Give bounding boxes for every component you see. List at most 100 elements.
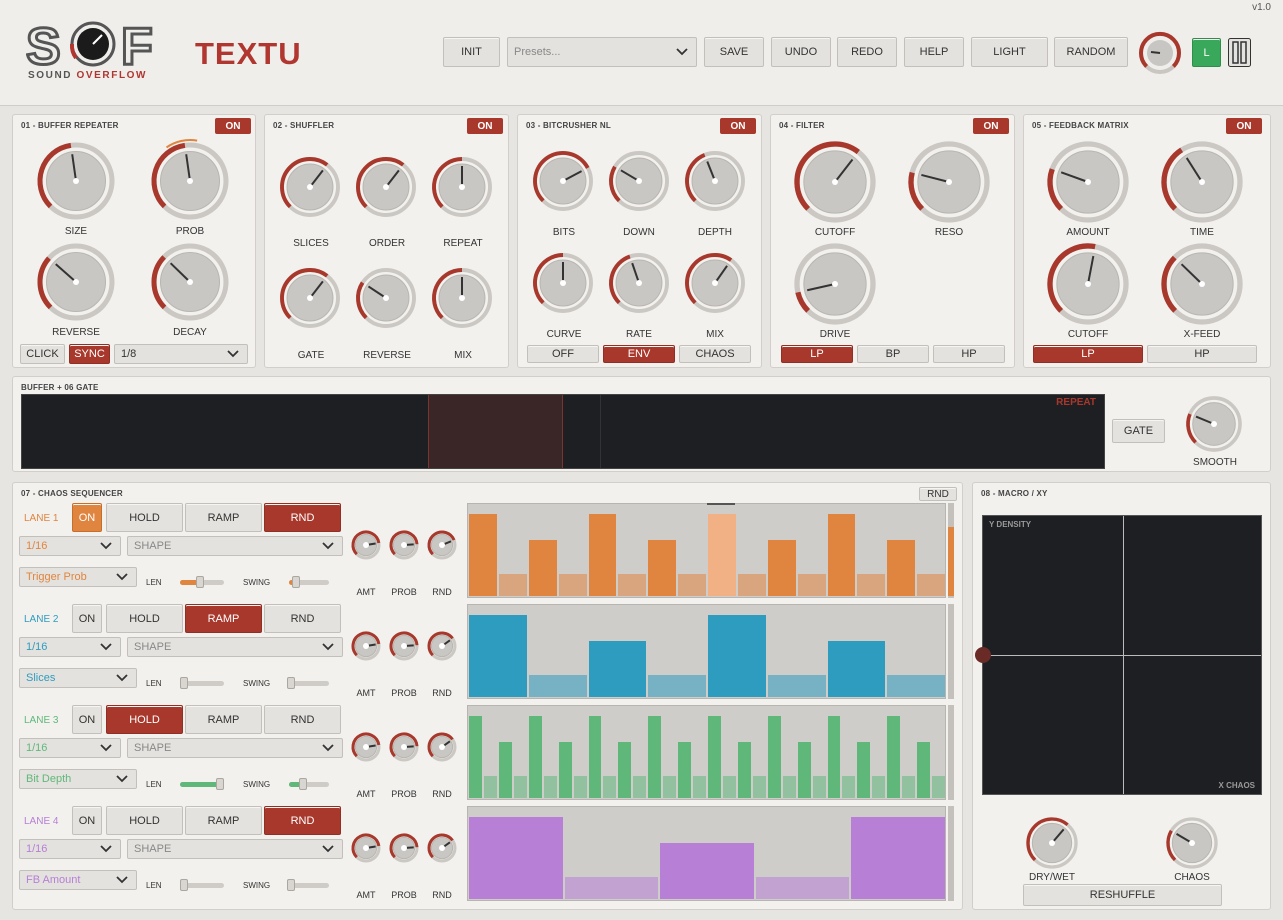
len-slider-thumb[interactable] (180, 879, 189, 891)
swing-slider-thumb[interactable] (287, 879, 295, 891)
filter-lp-button[interactable]: LP (781, 345, 853, 363)
master-knob[interactable] (1138, 31, 1182, 75)
lane-scrollbar[interactable] (948, 806, 954, 901)
step-bar[interactable] (708, 514, 736, 596)
swing-slider-thumb[interactable] (292, 576, 301, 588)
step-bar[interactable] (827, 640, 886, 697)
mode-off-button[interactable]: OFF (527, 345, 599, 363)
swing-slider-thumb[interactable] (299, 778, 307, 790)
step-bar[interactable] (737, 741, 751, 798)
swing-slider[interactable] (289, 883, 329, 888)
step-bar[interactable] (678, 741, 692, 798)
presets-dropdown[interactable]: Presets... (507, 37, 697, 67)
step-display[interactable] (467, 503, 946, 598)
step-bar[interactable] (564, 876, 659, 899)
filter-hp-button[interactable]: HP (933, 345, 1005, 363)
lane-scrollbar[interactable] (948, 705, 954, 800)
step-bar[interactable] (648, 674, 706, 697)
lane-hold-button[interactable]: HOLD (106, 806, 183, 835)
scroll-thumb[interactable] (948, 527, 954, 596)
lane-on-button[interactable]: ON (72, 604, 102, 633)
step-bar[interactable] (708, 716, 721, 798)
step-bar[interactable] (797, 573, 826, 596)
lane-division-dropdown[interactable]: 1/16 (19, 536, 121, 556)
step-bar[interactable] (752, 775, 766, 798)
step-display[interactable] (467, 604, 946, 699)
step-bar[interactable] (887, 539, 916, 596)
lane-rnd-button[interactable]: RND (264, 705, 341, 734)
filter-bp-button[interactable]: BP (857, 345, 929, 363)
step-bar[interactable] (469, 615, 527, 697)
lane-ramp-button[interactable]: RAMP (185, 705, 262, 734)
step-bar[interactable] (857, 573, 886, 596)
light-button[interactable]: LIGHT (971, 37, 1048, 67)
click-button[interactable]: CLICK (20, 344, 65, 364)
step-display[interactable] (467, 705, 946, 800)
step-bar[interactable] (887, 674, 945, 697)
lane-on-button[interactable]: ON (72, 806, 102, 835)
step-bar[interactable] (469, 514, 497, 596)
lane-division-dropdown[interactable]: 1/16 (19, 839, 121, 859)
step-bar[interactable] (483, 775, 497, 798)
lane-on-button[interactable]: ON (72, 705, 102, 734)
step-bar[interactable] (767, 716, 781, 798)
redo-button[interactable]: REDO (837, 37, 897, 67)
step-bar[interactable] (737, 573, 766, 596)
xy-handle[interactable] (975, 647, 991, 663)
step-bar[interactable] (812, 775, 826, 798)
xy-pad[interactable]: Y DENSITY X CHAOS (975, 515, 1262, 795)
lane-scrollbar[interactable] (948, 604, 954, 699)
step-bar[interactable] (528, 539, 557, 596)
lane-hold-button[interactable]: HOLD (106, 705, 183, 734)
swing-slider[interactable] (289, 681, 329, 686)
step-bar[interactable] (917, 741, 931, 798)
lane-shape-dropdown[interactable]: SHAPE (127, 637, 343, 657)
step-bar[interactable] (767, 539, 796, 596)
lane-shape-dropdown[interactable]: SHAPE (127, 738, 343, 758)
filter-on-button[interactable]: ON (973, 118, 1009, 134)
lane-hold-button[interactable]: HOLD (106, 503, 183, 532)
feedback-on-button[interactable]: ON (1226, 118, 1262, 134)
mode-chaos-button[interactable]: CHAOS (679, 345, 751, 363)
lane-rnd-button[interactable]: RND (264, 806, 341, 835)
lane-target-dropdown[interactable]: Bit Depth (19, 769, 137, 789)
lane-on-button[interactable]: ON (72, 503, 102, 532)
step-bar[interactable] (528, 674, 587, 697)
len-slider-thumb[interactable] (180, 677, 189, 689)
step-bar[interactable] (648, 716, 662, 798)
lane-ramp-button[interactable]: RAMP (185, 806, 262, 835)
step-bar[interactable] (663, 775, 677, 798)
feedback-hp-button[interactable]: HP (1147, 345, 1257, 363)
step-bar[interactable] (469, 817, 563, 899)
bitcrusher-on-button[interactable]: ON (720, 118, 756, 134)
step-bar[interactable] (558, 573, 587, 596)
step-bar[interactable] (827, 716, 841, 798)
link-toggle-button[interactable]: L (1192, 38, 1221, 67)
step-bar[interactable] (693, 775, 706, 798)
step-bar[interactable] (722, 775, 736, 798)
step-bar[interactable] (902, 775, 916, 798)
step-bar[interactable] (618, 741, 632, 798)
lane-division-dropdown[interactable]: 1/16 (19, 738, 121, 758)
sequencer-rnd-button[interactable]: RND (919, 487, 957, 501)
step-bar[interactable] (498, 573, 527, 596)
shuffler-on-button[interactable]: ON (467, 118, 503, 134)
len-slider-thumb[interactable] (215, 778, 224, 790)
init-button[interactable]: INIT (443, 37, 500, 67)
lane-shape-dropdown[interactable]: SHAPE (127, 839, 343, 859)
lane-division-dropdown[interactable]: 1/16 (19, 637, 121, 657)
mode-env-button[interactable]: ENV (603, 345, 675, 363)
lane-ramp-button[interactable]: RAMP (185, 503, 262, 532)
step-bar[interactable] (708, 615, 766, 697)
step-bar[interactable] (648, 539, 677, 596)
step-display[interactable] (467, 806, 946, 901)
lane-rnd-button[interactable]: RND (264, 503, 341, 532)
lane-ramp-button[interactable]: RAMP (185, 604, 262, 633)
save-button[interactable]: SAVE (704, 37, 764, 67)
step-bar[interactable] (932, 775, 945, 798)
lane-rnd-button[interactable]: RND (264, 604, 341, 633)
step-bar[interactable] (851, 817, 945, 899)
step-bar[interactable] (782, 775, 796, 798)
step-bar[interactable] (660, 842, 754, 899)
step-bar[interactable] (618, 573, 647, 596)
